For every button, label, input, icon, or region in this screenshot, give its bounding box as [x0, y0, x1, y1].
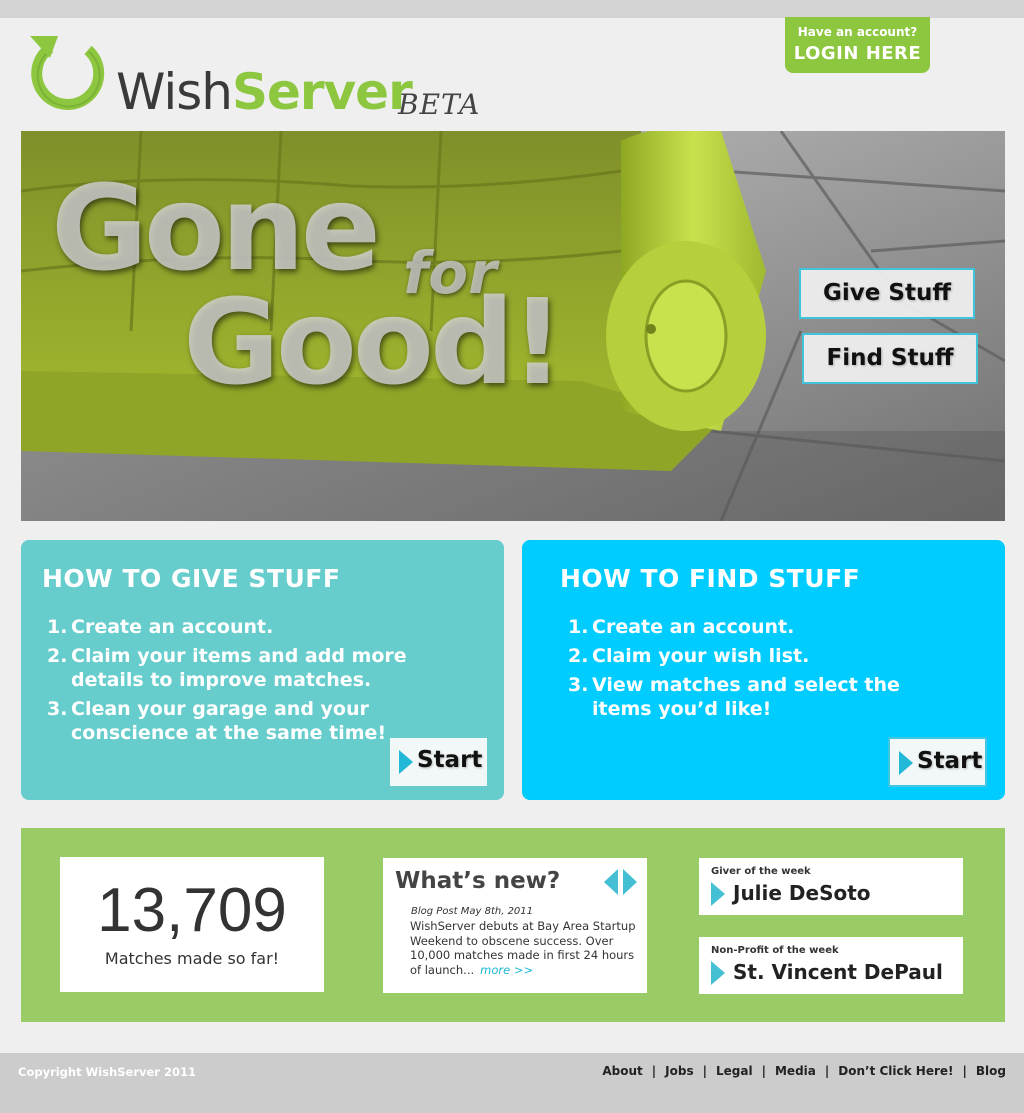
step-number: 3.	[47, 698, 68, 720]
beta-badge: BETA	[398, 88, 481, 121]
giver-of-week-card[interactable]: Giver of the week Julie DeSoto	[699, 858, 963, 915]
footer-nav: About | Jobs | Legal | Media | Don’t Cli…	[602, 1064, 1006, 1078]
give-start-button[interactable]: Start	[390, 738, 487, 786]
matches-counter: 13,709 Matches made so far!	[60, 857, 324, 992]
nonprofit-of-week-card[interactable]: Non-Profit of the week St. Vincent DePau…	[699, 937, 963, 994]
give-step: 3. Clean your garage and your conscience…	[47, 697, 427, 745]
login-button[interactable]: Have an account? LOGIN HERE	[785, 17, 930, 73]
step-text: Clean your garage and your conscience at…	[71, 698, 387, 744]
footer-link-jobs[interactable]: Jobs	[665, 1064, 693, 1078]
step-text: View matches and select the items you’d …	[592, 674, 900, 720]
find-start-button[interactable]: Start	[888, 737, 987, 787]
play-arrow-icon	[899, 751, 913, 775]
whats-new-box: What’s new? Blog Post May 8th, 2011 Wish…	[383, 858, 647, 993]
step-number: 3.	[568, 674, 589, 696]
how-to-give-panel: HOW TO GIVE STUFF 1. Create an account. …	[21, 540, 504, 800]
find-step: 1. Create an account.	[568, 615, 948, 639]
footer-link-about[interactable]: About	[602, 1064, 642, 1078]
logo-wordmark: WishServer	[116, 62, 413, 122]
nonprofit-of-week-name[interactable]: St. Vincent DePaul	[733, 960, 943, 984]
logo-wish-text: Wish	[116, 63, 233, 121]
footer-separator: |	[702, 1064, 707, 1078]
giver-of-week-label: Giver of the week	[711, 866, 811, 877]
matches-label: Matches made so far!	[104, 949, 280, 968]
login-prompt: Have an account?	[797, 25, 918, 39]
news-pager	[604, 869, 638, 895]
news-date: Blog Post May 8th, 2011	[411, 906, 534, 917]
news-body: WishServer debuts at Bay Area Startup We…	[410, 919, 642, 977]
step-text: Create an account.	[592, 616, 795, 638]
find-steps-list: 1. Create an account. 2. Claim your wish…	[568, 615, 948, 726]
give-panel-title: HOW TO GIVE STUFF	[42, 564, 341, 593]
footer-link-legal[interactable]: Legal	[716, 1064, 753, 1078]
give-stuff-button[interactable]: Give Stuff	[799, 268, 975, 319]
login-label: LOGIN HERE	[793, 43, 922, 64]
give-step: 2. Claim your items and add more details…	[47, 644, 427, 692]
step-number: 1.	[47, 616, 68, 638]
how-to-find-panel: HOW TO FIND STUFF 1. Create an account. …	[522, 540, 1005, 800]
logo-server-text: Server	[231, 63, 413, 121]
footer-link-media[interactable]: Media	[775, 1064, 816, 1078]
find-step: 3. View matches and select the items you…	[568, 673, 948, 721]
step-number: 2.	[47, 645, 68, 667]
give-step: 1. Create an account.	[47, 615, 427, 639]
footer-separator: |	[824, 1064, 830, 1078]
hero-banner: Gone for Good! Give Stuff Find Stuff	[21, 131, 1005, 521]
footer-separator: |	[651, 1064, 657, 1078]
play-arrow-icon	[711, 961, 725, 985]
site-logo[interactable]: WishServer BETA	[28, 34, 498, 129]
footer-link-blog[interactable]: Blog	[976, 1064, 1006, 1078]
step-text: Claim your items and add more details to…	[71, 645, 407, 691]
hero-headline-good: Good!	[183, 273, 564, 411]
copyright-text: Copyright WishServer 2011	[18, 1065, 196, 1079]
step-number: 2.	[568, 645, 589, 667]
news-more-link[interactable]: more >>	[480, 963, 533, 977]
start-label: Start	[917, 748, 983, 774]
start-label: Start	[417, 747, 483, 773]
top-bar	[0, 0, 1024, 18]
play-arrow-icon	[399, 750, 413, 774]
giver-of-week-name[interactable]: Julie DeSoto	[733, 881, 871, 905]
footer: Copyright WishServer 2011 About | Jobs |…	[0, 1053, 1024, 1113]
find-panel-title: HOW TO FIND STUFF	[560, 564, 861, 593]
footer-link-dont-click[interactable]: Don’t Click Here!	[838, 1064, 953, 1078]
find-step: 2. Claim your wish list.	[568, 644, 948, 668]
play-arrow-icon	[711, 882, 725, 906]
give-steps-list: 1. Create an account. 2. Claim your item…	[47, 615, 427, 750]
right-arrow-icon[interactable]	[623, 869, 637, 895]
step-number: 1.	[568, 616, 589, 638]
matches-count: 13,709	[97, 876, 287, 945]
stats-band: 13,709 Matches made so far! What’s new? …	[21, 828, 1005, 1022]
step-text: Claim your wish list.	[592, 645, 810, 667]
whats-new-title: What’s new?	[395, 868, 561, 894]
footer-separator: |	[761, 1064, 766, 1078]
find-stuff-button[interactable]: Find Stuff	[802, 333, 978, 384]
nonprofit-of-week-label: Non-Profit of the week	[711, 945, 839, 956]
step-text: Create an account.	[71, 616, 274, 638]
refresh-arrow-logo-icon	[30, 36, 105, 110]
footer-separator: |	[962, 1064, 967, 1078]
left-arrow-icon[interactable]	[604, 869, 618, 895]
